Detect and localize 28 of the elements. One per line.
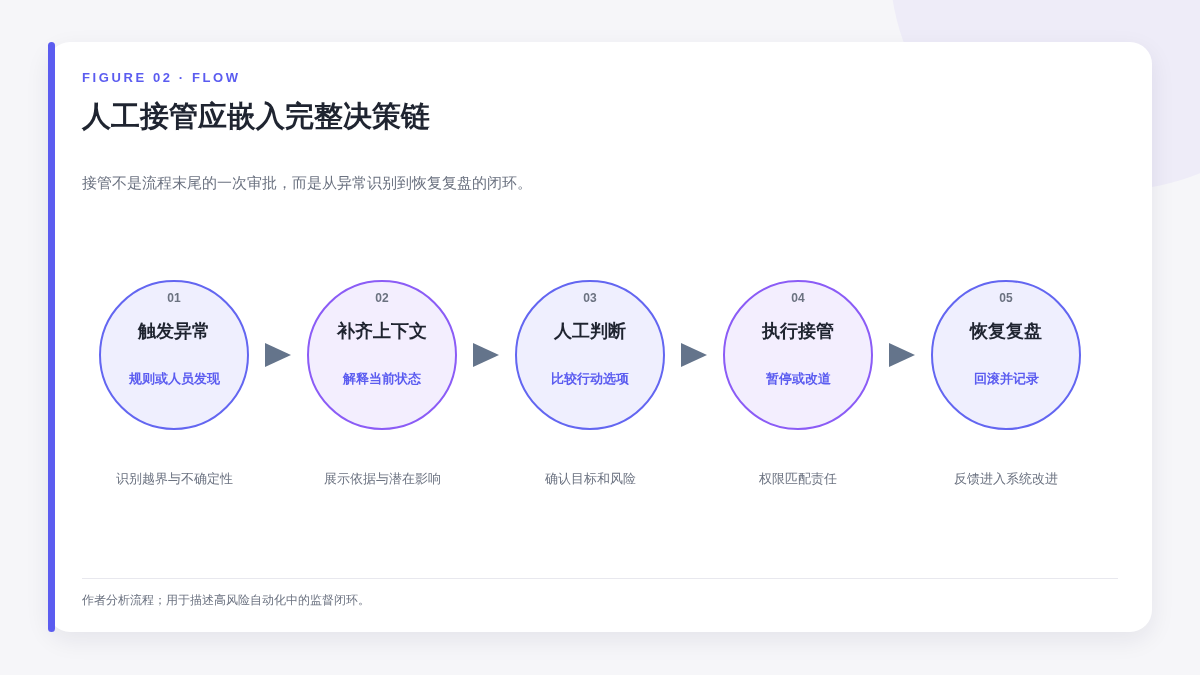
arrow-icon — [889, 343, 915, 367]
arrow-icon — [681, 343, 707, 367]
step-caption: 识别越界与不确定性 — [115, 470, 233, 488]
subtitle: 接管不是流程末尾的一次审批，而是从异常识别到恢复复盘的闭环。 — [82, 173, 533, 193]
step-name: 执行接管 — [762, 320, 834, 343]
step-number: 01 — [167, 290, 181, 306]
step-caption: 权限匹配责任 — [759, 470, 837, 488]
step-number: 03 — [583, 290, 597, 306]
step-number: 04 — [791, 290, 805, 306]
figure-title: 人工接管应嵌入完整决策链 — [82, 99, 431, 134]
step-caption: 展示依据与潜在影响 — [323, 470, 441, 488]
arrow-icon — [265, 343, 291, 367]
step-name: 人工判断 — [554, 320, 626, 343]
step-number: 02 — [375, 290, 389, 306]
figure-label: FIGURE 02 · FLOW — [82, 70, 242, 86]
arrow-icon — [473, 343, 499, 367]
step-detail: 暂停或改道 — [765, 370, 831, 388]
step-detail: 回滚并记录 — [973, 370, 1039, 388]
step-number: 05 — [999, 290, 1013, 306]
step-detail: 规则或人员发现 — [128, 370, 220, 388]
step-caption: 确认目标和风险 — [544, 470, 636, 488]
step-name: 补齐上下文 — [337, 320, 427, 343]
step-detail: 比较行动选项 — [551, 370, 629, 388]
step-detail: 解释当前状态 — [343, 370, 421, 388]
step-name: 触发异常 — [138, 320, 210, 343]
footnote: 作者分析流程；用于描述高风险自动化中的监督闭环。 — [82, 592, 371, 609]
step-caption: 反馈进入系统改进 — [954, 470, 1058, 488]
step-name: 恢复复盘 — [970, 320, 1042, 343]
